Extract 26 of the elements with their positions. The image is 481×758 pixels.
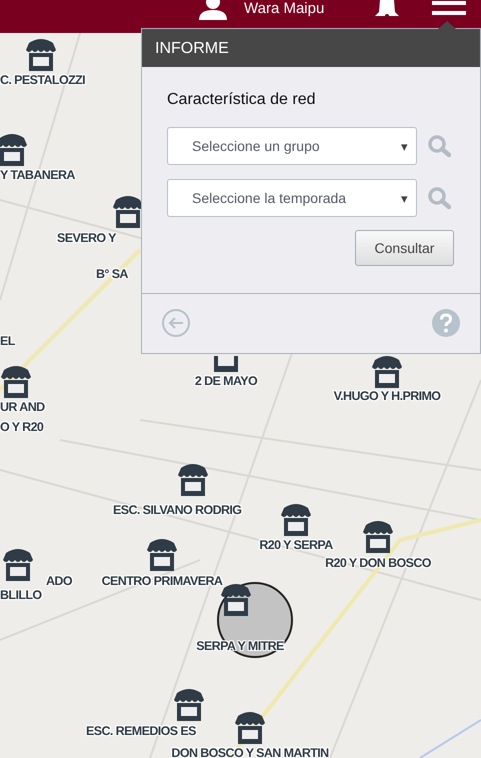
marker-label: EL bbox=[0, 333, 15, 349]
marker-label: ESC. REMEDIOS ES bbox=[86, 723, 196, 739]
user-icon[interactable] bbox=[197, 0, 229, 20]
marker-label: UR AND bbox=[0, 399, 45, 415]
menu-icon[interactable] bbox=[432, 1, 466, 17]
dropdown[interactable]: Seleccione un grupo ▾ bbox=[167, 127, 417, 165]
marker-label: SEVERO Y bbox=[57, 230, 116, 246]
marker-label: C. PESTALOZZI bbox=[0, 72, 86, 88]
user-name[interactable]: Wara Maipu bbox=[244, 0, 324, 18]
marker-label: CENTRO PRIMAVERA bbox=[102, 573, 222, 589]
marker-label: BLILLO bbox=[0, 587, 42, 603]
consult-button[interactable]: Consultar bbox=[355, 230, 454, 266]
marker-label: O Y R20 bbox=[0, 419, 44, 435]
marker-label: R20 Y SERPA bbox=[259, 537, 333, 553]
marker-label: DON BOSCO Y SAN MARTIN bbox=[171, 745, 329, 758]
marker-label: ADO bbox=[46, 573, 72, 589]
marker-label: R20 Y DON BOSCO bbox=[325, 555, 431, 571]
section-label: Característica de red bbox=[167, 91, 317, 109]
bell-icon[interactable] bbox=[373, 0, 401, 18]
marker-label: V.HUGO Y H.PRIMO bbox=[334, 388, 440, 404]
marker-label: ESC. SILVANO RODRIG bbox=[113, 502, 242, 518]
marker-label: B° SA bbox=[96, 266, 128, 282]
panel-title: INFORME bbox=[142, 29, 480, 67]
marker-label: 2 DE MAYO bbox=[194, 373, 258, 389]
marker-label: Y TABANERA bbox=[0, 167, 75, 183]
dropdown[interactable]: Seleccione la temporada ▾ bbox=[167, 179, 417, 217]
